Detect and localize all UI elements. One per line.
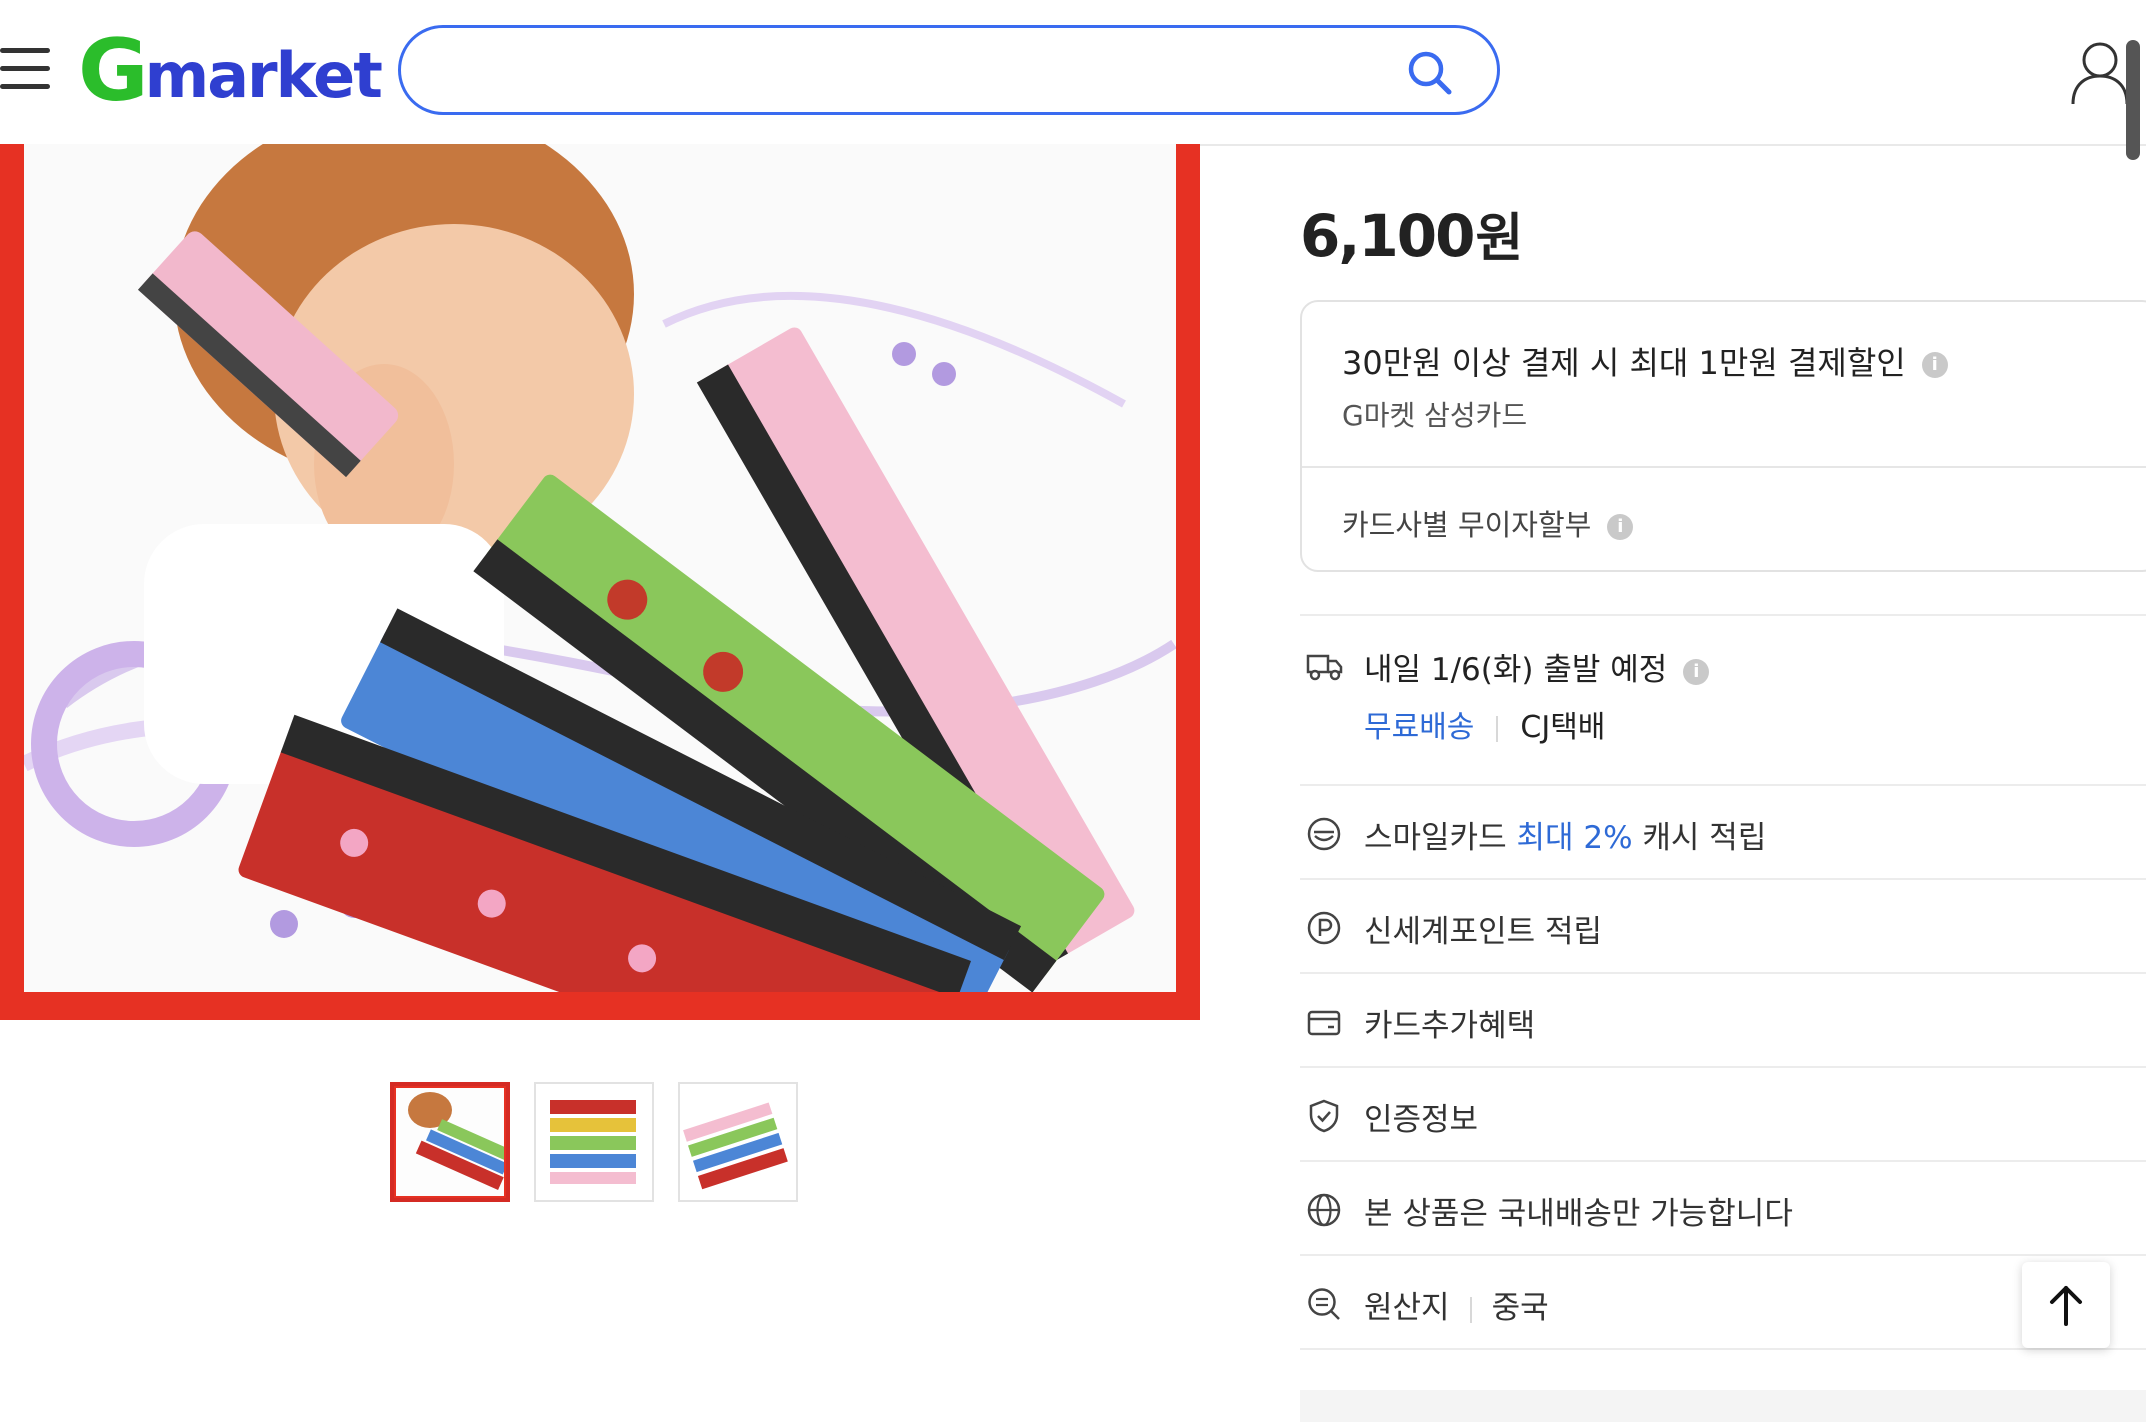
- product-price: 6,100원: [1300, 202, 1523, 270]
- magnifier-list-icon: [1308, 1288, 1340, 1320]
- shipping-date: 내일 1/6(화) 출발 예정 i: [1364, 644, 1710, 689]
- divider: [1300, 1348, 2146, 1350]
- divider: [1300, 784, 2146, 786]
- divider: [1302, 466, 2146, 468]
- benefit-smile-card[interactable]: 스마일카드 최대 2% 캐시 적립: [1300, 788, 2146, 880]
- info-icon[interactable]: i: [1607, 514, 1634, 540]
- globe-icon: [1307, 1193, 1341, 1227]
- thumbnail-1[interactable]: [390, 1082, 510, 1202]
- search-bar[interactable]: [398, 25, 1500, 115]
- card-promo-box: 30만원 이상 결제 시 최대 1만원 결제할인 i G마켓 삼성카드 카드사별 …: [1300, 300, 2146, 572]
- carrier-label: CJ택배: [1520, 710, 1606, 745]
- info-icon[interactable]: i: [1921, 352, 1948, 378]
- truck-icon: [1306, 654, 1343, 681]
- user-icon[interactable]: [2070, 40, 2130, 106]
- domestic-shipping-note: 본 상품은 국내배송만 가능합니다: [1300, 1164, 2146, 1256]
- divider: [1300, 614, 2146, 616]
- menu-icon[interactable]: [0, 48, 54, 90]
- product-main-image[interactable]: [0, 144, 1200, 1020]
- origin-label: 원산지: [1364, 1290, 1450, 1326]
- point-icon: [1307, 911, 1341, 945]
- installment-row[interactable]: 카드사별 무이자할부 i: [1342, 502, 1634, 544]
- divider: [1300, 972, 2146, 974]
- shipping-details: 무료배송 CJ택배: [1364, 702, 1605, 746]
- product-photo-harmonicas: [24, 144, 1176, 992]
- scroll-to-top-button[interactable]: [2022, 1262, 2110, 1348]
- card-issuer: G마켓 삼성카드: [1342, 399, 1528, 432]
- search-input[interactable]: [441, 46, 1345, 98]
- divider: [1300, 1066, 2146, 1068]
- thumbnail-3[interactable]: [678, 1082, 798, 1202]
- next-section-preview: [1300, 1390, 2146, 1422]
- free-shipping-label: 무료배송: [1364, 710, 1475, 745]
- thumbnail-2[interactable]: [534, 1082, 654, 1202]
- origin-row: 원산지 중국: [1300, 1258, 2146, 1350]
- arrow-up-icon: [2050, 1286, 2082, 1326]
- gmarket-logo[interactable]: Gmarket: [78, 21, 383, 121]
- top-header: Gmarket: [0, 0, 2146, 146]
- scrollbar[interactable]: [2126, 40, 2140, 160]
- benefit-shinsegae-point[interactable]: 신세계포인트 적립: [1300, 882, 2146, 974]
- search-icon[interactable]: [1405, 48, 1453, 96]
- card-discount-row[interactable]: 30만원 이상 결제 시 최대 1만원 결제할인 i: [1342, 338, 1948, 384]
- thumbnail-strip: [390, 1082, 798, 1202]
- smile-card-icon: [1307, 817, 1341, 851]
- divider: [1300, 878, 2146, 880]
- divider: [1300, 1254, 2146, 1256]
- origin-value: 중국: [1491, 1290, 1549, 1326]
- info-icon[interactable]: i: [1683, 658, 1710, 685]
- card-icon: [1307, 1010, 1341, 1036]
- certification-info[interactable]: 인증정보: [1300, 1070, 2146, 1162]
- benefit-card-extra[interactable]: 카드추가혜택: [1300, 976, 2146, 1068]
- divider: [1300, 1160, 2146, 1162]
- shield-check-icon: [1309, 1099, 1339, 1133]
